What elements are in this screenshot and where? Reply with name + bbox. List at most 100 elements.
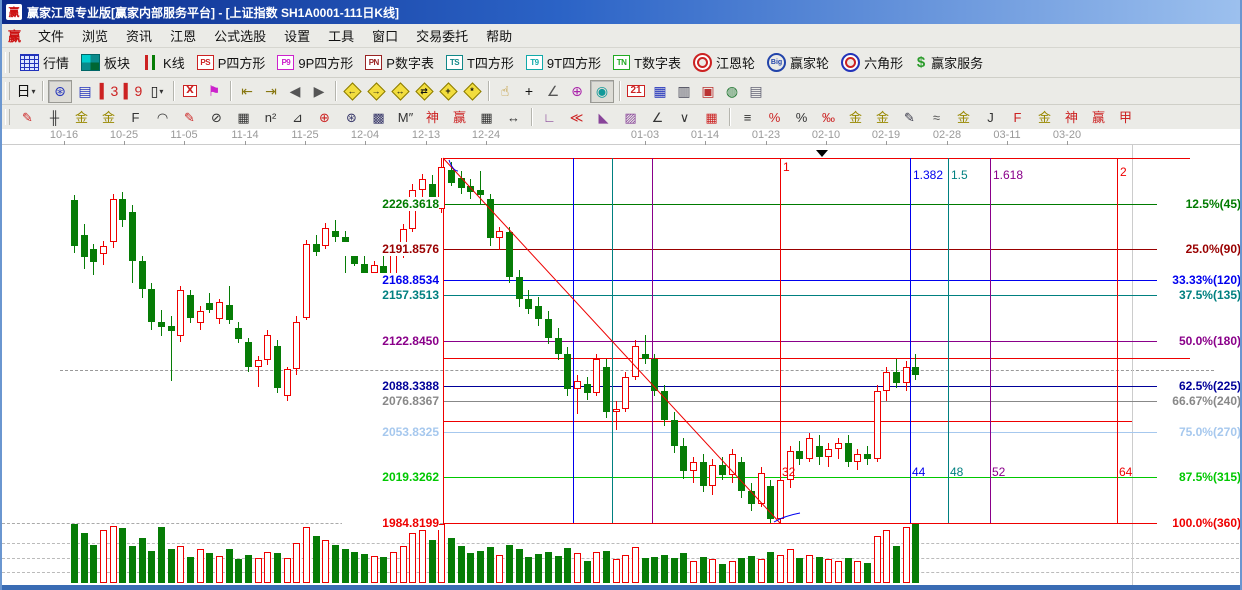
- candle-body: [719, 465, 726, 476]
- candle-body: [197, 311, 204, 323]
- price-level-label: 2226.3618: [342, 197, 439, 211]
- volume-bar: [226, 549, 233, 583]
- candle-body: [603, 367, 610, 412]
- volume-bar: [110, 526, 117, 583]
- candle-body: [845, 443, 852, 462]
- candle-body: [332, 231, 339, 238]
- price-level-label: 2168.8534: [342, 273, 439, 287]
- candle-body: [168, 326, 175, 331]
- candle-body: [680, 446, 687, 471]
- date-tick-mark: [184, 141, 185, 145]
- candle-body: [777, 480, 784, 518]
- volume-bar: [438, 524, 445, 583]
- volume-bar: [264, 552, 271, 583]
- date-tick-mark: [766, 141, 767, 145]
- candle-body: [496, 231, 503, 239]
- volume-bar: [81, 533, 88, 583]
- candle-body: [758, 473, 765, 505]
- volume-bar: [177, 546, 184, 583]
- volume-bar: [806, 555, 813, 583]
- candle-body: [864, 454, 871, 459]
- candle-body: [477, 190, 484, 195]
- candle-body: [700, 462, 707, 486]
- candle-body: [235, 328, 242, 339]
- volume-bar: [864, 563, 871, 583]
- candle-body: [555, 338, 562, 354]
- date-tick-label: 01-14: [681, 129, 729, 141]
- candle-body: [487, 199, 494, 239]
- candle-body: [545, 319, 552, 338]
- percent-level-label: 62.5%(225): [1157, 379, 1241, 393]
- volume-bar: [777, 555, 784, 583]
- candle-body: [709, 465, 716, 486]
- date-tick-mark: [645, 141, 646, 145]
- candle-body: [516, 277, 523, 299]
- volume-bar: [168, 549, 175, 583]
- volume-bar: [100, 530, 107, 583]
- date-tick-label: 10-16: [40, 129, 88, 141]
- volume-bar: [874, 536, 881, 583]
- candle-body: [506, 232, 513, 277]
- gann-level-line: [443, 477, 1158, 478]
- volume-bar: [661, 555, 668, 583]
- time-cycle-top-label: 1: [783, 160, 790, 174]
- candle-body: [274, 346, 281, 388]
- volume-bar: [825, 559, 832, 583]
- candle-body: [613, 409, 620, 412]
- candle-wick: [480, 171, 481, 205]
- volume-bar: [835, 561, 842, 583]
- gann-level-line: [443, 401, 1158, 402]
- volume-bar: [322, 540, 329, 583]
- volume-bar: [642, 558, 649, 583]
- volume-bar: [458, 546, 465, 583]
- date-tick-label: 03-11: [983, 129, 1031, 141]
- date-tick-mark: [124, 141, 125, 145]
- volume-bar: [71, 524, 78, 583]
- volume-bar: [893, 546, 900, 583]
- volume-bar: [206, 553, 213, 583]
- volume-bar: [603, 551, 610, 583]
- gann-level-line: [443, 158, 1190, 159]
- date-tick-label: 11-25: [281, 129, 329, 141]
- gann-level-line: [443, 421, 1132, 422]
- candle-body: [226, 305, 233, 321]
- volume-bar: [584, 561, 591, 583]
- candle-body: [158, 322, 165, 327]
- date-tick-label: 01-03: [621, 129, 669, 141]
- time-cycle-bottom-label: 44: [912, 465, 925, 479]
- volume-bar: [690, 561, 697, 583]
- candle-body: [245, 342, 252, 367]
- chart-area[interactable]: 日K线 1A0001 上证指数 2260.8701 1984.8199 调整27…: [2, 0, 1242, 590]
- date-tick-label: 02-28: [923, 129, 971, 141]
- date-axis-line: [2, 144, 1242, 145]
- candle-body: [893, 372, 900, 383]
- date-tick-mark: [426, 141, 427, 145]
- volume-bar: [593, 552, 600, 583]
- date-tick-label: 12-24: [462, 129, 510, 141]
- price-level-label: 1984.8199: [342, 516, 439, 530]
- candle-body: [90, 249, 97, 262]
- volume-bar: [255, 558, 262, 583]
- volume-bar: [419, 530, 426, 583]
- candle-body: [661, 391, 668, 420]
- zoom-fit-icon: *: [470, 86, 474, 96]
- volume-bar: [274, 553, 281, 583]
- gann-time-line: [612, 158, 613, 523]
- volume-bar: [467, 553, 474, 583]
- price-level-label: 2191.8576: [342, 242, 439, 256]
- price-level-label: 2088.3388: [342, 379, 439, 393]
- volume-bar: [651, 557, 658, 583]
- candle-body: [651, 359, 658, 391]
- candle-body: [448, 170, 455, 183]
- volume-bar: [912, 524, 919, 583]
- date-tick-label: 10-25: [100, 129, 148, 141]
- volume-bar: [622, 555, 629, 583]
- date-tick-label: 12-13: [402, 129, 450, 141]
- gann-level-line: [443, 386, 1158, 387]
- time-cycle-top-label: 1.382: [913, 168, 943, 182]
- volume-bar: [883, 530, 890, 583]
- date-tick-mark: [245, 141, 246, 145]
- volume-bar: [332, 545, 339, 583]
- volume-bar: [139, 538, 146, 583]
- date-tick-label: 02-10: [802, 129, 850, 141]
